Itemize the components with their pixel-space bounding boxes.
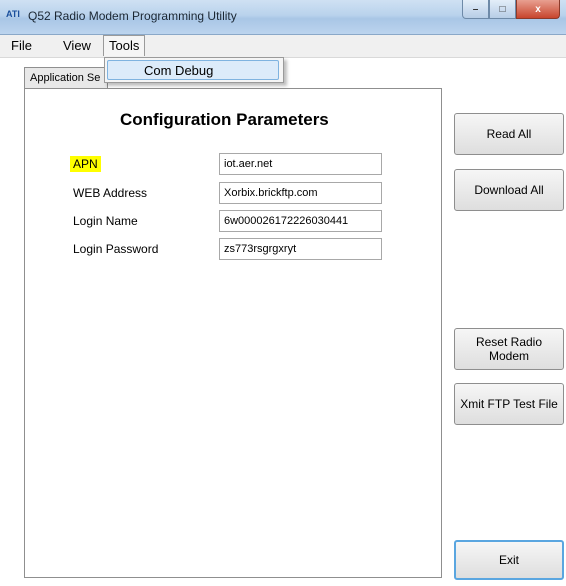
web-address-input[interactable] bbox=[219, 182, 382, 204]
menu-tools[interactable]: Tools bbox=[103, 35, 146, 56]
login-password-input[interactable] bbox=[219, 238, 382, 260]
tools-menu-dropdown: Com Debug bbox=[104, 57, 284, 83]
apn-input[interactable] bbox=[219, 153, 382, 175]
panel-title: Configuration Parameters bbox=[120, 110, 329, 129]
window-controls: – □ x bbox=[462, 0, 560, 22]
close-button[interactable]: x bbox=[516, 0, 560, 19]
maximize-icon: □ bbox=[499, 3, 506, 15]
tab-application-settings[interactable]: Application Se bbox=[24, 67, 108, 88]
download-all-button[interactable]: Download All bbox=[454, 169, 564, 211]
menu-bar: File View Tools bbox=[0, 35, 566, 58]
app-icon: ATI bbox=[6, 9, 20, 19]
read-all-button[interactable]: Read All bbox=[454, 113, 564, 155]
web-address-label: WEB Address bbox=[73, 186, 148, 200]
menu-item-com-debug[interactable]: Com Debug bbox=[107, 60, 279, 80]
maximize-button[interactable]: □ bbox=[489, 0, 516, 19]
login-name-input[interactable] bbox=[219, 210, 382, 232]
menu-file[interactable]: File bbox=[6, 38, 37, 53]
title-bar: ATI Q52 Radio Modem Programming Utility … bbox=[0, 0, 566, 35]
window-title: Q52 Radio Modem Programming Utility bbox=[28, 9, 237, 23]
minimize-icon: – bbox=[472, 3, 479, 15]
menu-view[interactable]: View bbox=[58, 38, 96, 53]
exit-button[interactable]: Exit bbox=[454, 540, 564, 580]
login-password-label: Login Password bbox=[73, 242, 159, 256]
reset-radio-modem-button[interactable]: Reset Radio Modem bbox=[454, 328, 564, 370]
login-name-label: Login Name bbox=[73, 214, 138, 228]
close-icon: x bbox=[535, 3, 541, 15]
apn-label: APN bbox=[70, 156, 101, 172]
reset-radio-modem-label: Reset Radio Modem bbox=[475, 335, 543, 363]
com-debug-label: Com Debug bbox=[144, 63, 214, 78]
minimize-button[interactable]: – bbox=[462, 0, 489, 19]
xmit-ftp-test-file-button[interactable]: Xmit FTP Test File bbox=[454, 383, 564, 425]
